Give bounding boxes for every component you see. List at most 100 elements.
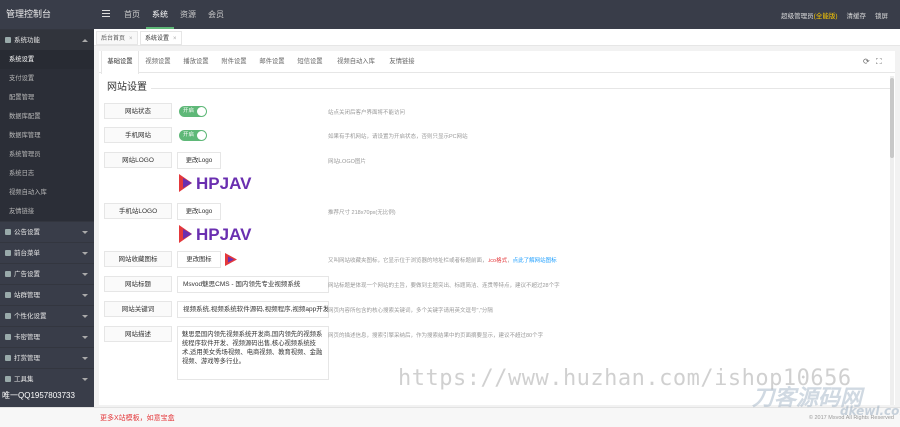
favicon-learn-more-link[interactable]: 点此了解网站图标 <box>513 258 557 264</box>
field-label: 手机站LOGO <box>104 203 172 219</box>
sidebar-item-payment-settings[interactable]: 支付设置 <box>0 69 94 88</box>
refresh-icon[interactable]: ⟳ <box>863 58 871 66</box>
section-title: 网站设置 <box>107 82 147 93</box>
user-name: 超级管理员 <box>781 12 814 20</box>
palette-icon <box>5 313 11 319</box>
network-icon <box>5 292 11 298</box>
tab-video[interactable]: 视频设置 <box>139 51 177 73</box>
switch-knob <box>197 107 206 116</box>
close-icon[interactable]: × <box>173 36 177 42</box>
sidebar-group-notice[interactable]: 公告设置 <box>0 221 94 242</box>
change-mobile-logo-button[interactable]: 更改Logo <box>177 203 221 220</box>
top-nav: 首页 系统 资源 会员 <box>118 0 230 29</box>
section-divider <box>151 88 890 89</box>
tab-player[interactable]: 播放设置 <box>177 51 215 73</box>
change-logo-button[interactable]: 更改Logo <box>177 152 221 169</box>
lock-screen-link[interactable]: 锁屏 <box>875 10 888 20</box>
sidebar-group-label: 卡密管理 <box>14 334 40 341</box>
logo-text: HPJAV <box>196 174 252 193</box>
topnav-system[interactable]: 系统 <box>146 0 174 29</box>
field-label: 网站收藏图标 <box>104 251 172 267</box>
chevron-down-icon <box>82 231 88 234</box>
settings-tabs: 基础设置 视频设置 播放设置 附件设置 邮件设置 短信设置 视频自动入库 友情链… <box>99 51 895 74</box>
tab-attachment[interactable]: 附件设置 <box>215 51 253 73</box>
sidebar-item-db-manage[interactable]: 数据库管理 <box>0 126 94 145</box>
sidebar-group-menu[interactable]: 前台菜单 <box>0 242 94 263</box>
chevron-down-icon <box>82 252 88 255</box>
watermark-domain: dkewl.com <box>840 404 900 418</box>
field-help: 网页内容所包含的核心搜索关键词，多个关键字请用英文逗号","分隔 <box>328 308 493 314</box>
sidebar-group-tips[interactable]: 打赏管理 <box>0 347 94 368</box>
sidebar-group-system[interactable]: 系统功能 <box>0 29 94 50</box>
sidebar-group-label: 打赏管理 <box>14 355 40 362</box>
page-tab-bar: 后台首页 × 系统设置 × <box>94 29 900 46</box>
sidebar-item-system-settings[interactable]: 系统设置 <box>0 50 94 69</box>
gear-icon <box>5 37 11 43</box>
field-help: 又叫网站收藏夹图标，它显示位于浏览器的地址栏或者标题前面，.ico格式，点此了解… <box>328 256 557 264</box>
tab-auto-import[interactable]: 视频自动入库 <box>331 51 381 73</box>
tab-basic[interactable]: 基础设置 <box>101 51 139 74</box>
sidebar-item-admins[interactable]: 系统管理员 <box>0 145 94 164</box>
field-help: 站点关闭后客户界面将不能访问 <box>328 110 406 116</box>
mobile-site-switch[interactable]: 开启 <box>179 130 207 141</box>
tab-mail[interactable]: 邮件设置 <box>253 51 291 73</box>
tab-friend-links[interactable]: 友情链接 <box>383 51 421 73</box>
sidebar-group-cards[interactable]: 卡密管理 <box>0 326 94 347</box>
site-title-input[interactable]: Msvod魅思CMS - 国内领先专业视频系统 <box>177 276 329 293</box>
page-tab-home[interactable]: 后台首页 × <box>96 31 138 45</box>
logo-text: HPJAV <box>196 225 252 244</box>
sidebar-group-sites[interactable]: 站群管理 <box>0 284 94 305</box>
field-help: 推荐尺寸 218x70px(无比例) <box>328 210 396 216</box>
menu-toggle-icon[interactable] <box>102 10 110 17</box>
topnav-members[interactable]: 会员 <box>202 0 230 29</box>
chevron-down-icon <box>82 378 88 381</box>
switch-label: 开启 <box>183 132 195 138</box>
description-textarea[interactable]: 魅思是国内领先视频系统开发商,国内领先的视频系统程序软件开发、视频源码出售,核心… <box>177 326 329 380</box>
promo-link[interactable]: 更多X站模板，如意宝盒 <box>100 413 175 423</box>
play-logo-inner <box>183 178 192 188</box>
user-menu[interactable]: 超级管理员(全能版) <box>781 10 837 20</box>
tab-sms[interactable]: 短信设置 <box>291 51 329 73</box>
chevron-down-icon <box>82 336 88 339</box>
favicon-preview-icon <box>225 253 237 266</box>
change-favicon-button[interactable]: 更改图标 <box>177 251 221 268</box>
sidebar-group-custom[interactable]: 个性化设置 <box>0 305 94 326</box>
topnav-resources[interactable]: 资源 <box>174 0 202 29</box>
key-icon <box>5 334 11 340</box>
sidebar-group-ads[interactable]: 广告设置 <box>0 263 94 284</box>
scrollbar-thumb[interactable] <box>890 78 894 158</box>
chevron-down-icon <box>82 273 88 276</box>
field-help: 网页的描述信息，搜索引擎采纳后，作为搜索结果中的页面摘要显示，建议不超过80个字 <box>328 333 544 339</box>
user-role: (全能版) <box>813 12 838 20</box>
top-bar: 管理控制台 首页 系统 资源 会员 超级管理员(全能版) 清缓存 锁屏 <box>0 0 900 29</box>
field-label: 网站LOGO <box>104 152 172 168</box>
fullscreen-icon[interactable]: ⛶ <box>876 58 884 66</box>
sidebar-footer-qq: 唯一QQ1957803733 <box>0 385 94 406</box>
sidebar-item-friend-links[interactable]: 友情链接 <box>0 202 94 221</box>
chevron-down-icon <box>82 315 88 318</box>
ico-format-note: .ico格式 <box>487 258 508 264</box>
field-label: 网站关键词 <box>104 301 172 317</box>
sidebar-item-logs[interactable]: 系统日志 <box>0 164 94 183</box>
close-icon[interactable]: × <box>129 36 133 42</box>
sidebar-item-config[interactable]: 配置管理 <box>0 88 94 107</box>
topnav-home[interactable]: 首页 <box>118 0 146 29</box>
sidebar-group-label: 公告设置 <box>14 229 40 236</box>
sidebar-group-label: 前台菜单 <box>14 250 40 257</box>
field-help: 网站LOGO图片 <box>328 159 366 165</box>
play-logo-inner <box>183 229 192 239</box>
sidebar-item-db-config[interactable]: 数据库配置 <box>0 107 94 126</box>
field-label: 手机网站 <box>104 127 172 143</box>
clear-cache-link[interactable]: 清缓存 <box>847 10 867 20</box>
sidebar: 系统功能 系统设置 支付设置 配置管理 数据库配置 数据库管理 系统管理员 系统… <box>0 29 94 407</box>
sidebar-item-auto-import[interactable]: 视频自动入库 <box>0 183 94 202</box>
site-status-switch[interactable]: 开启 <box>179 106 207 117</box>
page-tab-system-settings[interactable]: 系统设置 × <box>140 31 182 45</box>
panel-scrollbar[interactable] <box>890 76 894 405</box>
mobile-logo-image: HPJAV <box>179 225 252 244</box>
sidebar-submenu: 系统设置 支付设置 配置管理 数据库配置 数据库管理 系统管理员 系统日志 视频… <box>0 50 94 221</box>
keywords-input[interactable]: 视频系统,视频系统软件源码,视频程序,视频app开发 <box>177 301 329 318</box>
site-logo-image: HPJAV <box>179 174 252 193</box>
menu-icon <box>5 250 11 256</box>
chevron-down-icon <box>82 357 88 360</box>
